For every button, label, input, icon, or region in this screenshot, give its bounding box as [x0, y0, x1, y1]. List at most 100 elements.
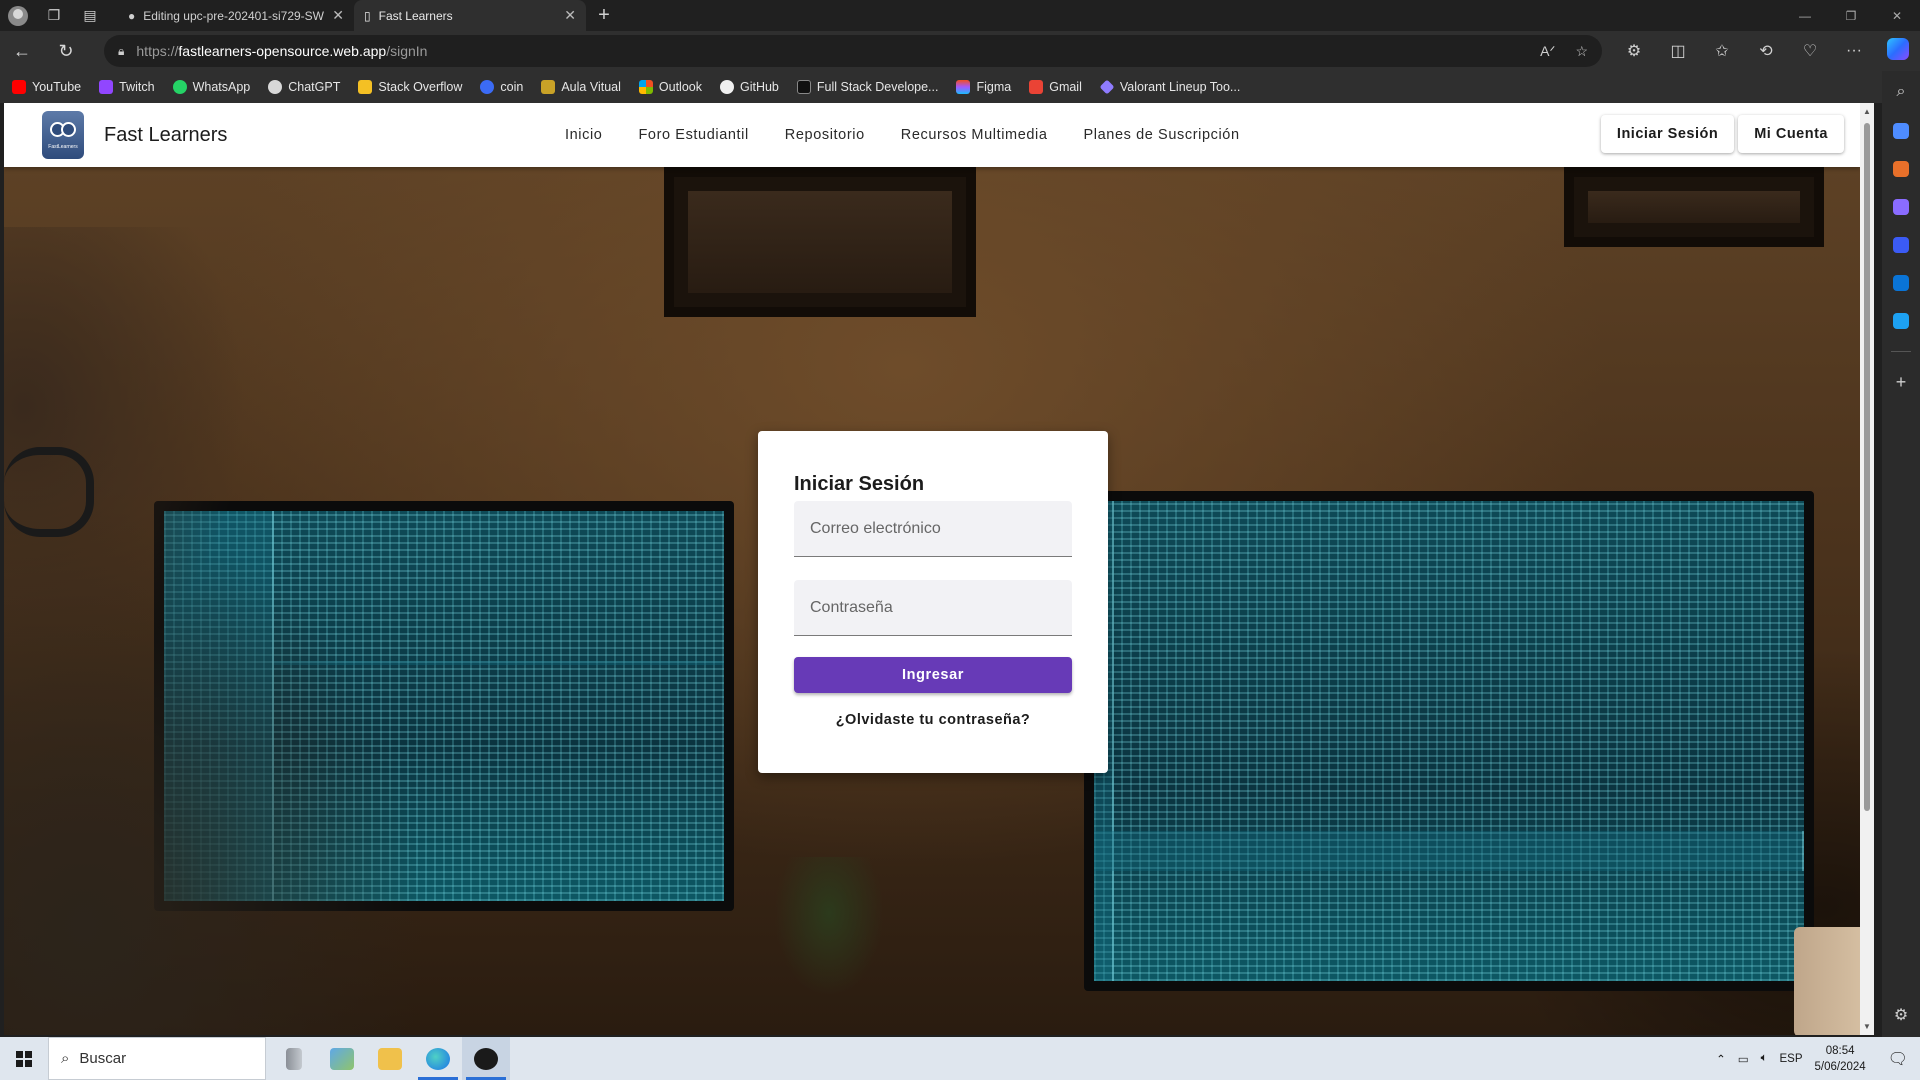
- split-screen-icon[interactable]: ◫: [1656, 41, 1700, 61]
- bookmark-full-stack[interactable]: Full Stack Develope...: [796, 80, 938, 94]
- copilot-icon: [1887, 37, 1909, 60]
- lock-icon[interactable]: 🔒︎: [118, 44, 124, 59]
- notifications-icon[interactable]: 🗨︎: [1888, 1049, 1908, 1069]
- bookmark-gmail[interactable]: Gmail: [1029, 80, 1082, 94]
- scroll-up-arrow-icon[interactable]: ▲: [1863, 107, 1871, 116]
- forgot-password-link[interactable]: ¿Olvidaste tu contraseña?: [794, 712, 1072, 728]
- toolbox-icon[interactable]: [1893, 161, 1909, 177]
- github-icon: ●: [128, 8, 136, 23]
- refresh-button[interactable]: ↻: [44, 31, 88, 71]
- games-icon[interactable]: [1893, 199, 1909, 215]
- add-sidebar-app-icon[interactable]: +: [1896, 373, 1907, 391]
- tab-close-icon[interactable]: ✕: [564, 7, 576, 24]
- desk-plant: [774, 857, 884, 997]
- bookmark-chatgpt[interactable]: ChatGPT: [268, 80, 340, 94]
- bookmark-twitch[interactable]: Twitch: [99, 80, 155, 94]
- bookmark-youtube[interactable]: YouTube: [12, 80, 81, 94]
- taskbar-app-file-explorer[interactable]: [366, 1037, 414, 1080]
- site-logo[interactable]: FastLearners: [42, 111, 84, 159]
- vertical-tabs-icon[interactable]: ▤: [72, 0, 108, 31]
- chatgpt-icon: [268, 80, 283, 94]
- minimize-icon[interactable]: —: [1782, 0, 1828, 31]
- copilot-button[interactable]: [1876, 37, 1920, 65]
- bookmark-github[interactable]: GitHub: [719, 80, 779, 94]
- page-scrollbar[interactable]: ▲ ▼: [1860, 103, 1874, 1035]
- telegram-icon[interactable]: [1893, 313, 1909, 329]
- bookmark-label: Aula Vitual: [561, 80, 621, 94]
- email-input[interactable]: [794, 501, 1072, 556]
- bookmark-coin[interactable]: coin: [480, 80, 523, 94]
- sidebar-settings-icon[interactable]: ⚙: [1894, 1005, 1908, 1025]
- taskbar-app-maps[interactable]: [318, 1037, 366, 1080]
- wall-picture-frame: [664, 167, 976, 317]
- login-title: Iniciar Sesión: [794, 473, 925, 495]
- profile-button[interactable]: [0, 0, 36, 31]
- browser-sidebar: ⌕ + ⚙: [1882, 71, 1920, 1037]
- nav-planes-suscripcion[interactable]: Planes de Suscripción: [1066, 127, 1258, 143]
- bookmark-label: WhatsApp: [192, 80, 251, 94]
- right-monitor: [1084, 491, 1814, 991]
- bookmark-whatsapp[interactable]: WhatsApp: [172, 80, 251, 94]
- header-signin-button[interactable]: Iniciar Sesión: [1600, 115, 1735, 153]
- bookmark-aula-vitual[interactable]: Aula Vitual: [541, 80, 621, 94]
- address-toolbar: ← ↻ 🔒︎ https://fastlearners-opensource.w…: [0, 31, 1920, 71]
- read-aloud-icon[interactable]: Aᐟ: [1540, 43, 1555, 60]
- nav-inicio[interactable]: Inicio: [547, 127, 620, 143]
- language-indicator[interactable]: ESP: [1780, 1053, 1803, 1065]
- taskbar-search-box[interactable]: ⌕ Buscar: [48, 1037, 266, 1080]
- login-card: Iniciar Sesión Ingresar ¿Olvidaste tu co…: [758, 431, 1108, 773]
- bookmarks-bar: YouTube Twitch WhatsApp ChatGPT Stack Ov…: [0, 71, 1920, 103]
- my-account-button[interactable]: Mi Cuenta: [1738, 115, 1844, 153]
- sidebar-divider: [1891, 351, 1911, 352]
- search-icon: ⌕: [61, 1050, 70, 1067]
- full-stack-icon: [796, 80, 811, 94]
- url-path: /signIn: [386, 43, 428, 59]
- tray-overflow-icon[interactable]: ⌃: [1716, 1052, 1726, 1066]
- bookmark-valorant[interactable]: Valorant Lineup Too...: [1099, 79, 1241, 95]
- workspaces-icon[interactable]: ❐: [36, 0, 72, 31]
- outlook-icon[interactable]: [1893, 275, 1909, 291]
- person-glasses: [4, 447, 94, 537]
- extensions-icon[interactable]: ⚙: [1612, 41, 1656, 61]
- bookmark-outlook[interactable]: Outlook: [638, 80, 702, 94]
- performance-icon[interactable]: ♡: [1788, 41, 1832, 61]
- nav-repositorio[interactable]: Repositorio: [767, 127, 883, 143]
- tag-icon[interactable]: [1893, 123, 1909, 139]
- tab-close-icon[interactable]: ✕: [332, 7, 344, 24]
- bookmark-stack-overflow[interactable]: Stack Overflow: [358, 80, 462, 94]
- taskbar-clock[interactable]: 08:54 5/06/2024: [1815, 1043, 1866, 1075]
- close-window-icon[interactable]: ✕: [1874, 0, 1920, 31]
- taskbar-app-capture[interactable]: [462, 1037, 510, 1080]
- favorite-star-icon[interactable]: ☆: [1575, 43, 1588, 60]
- tab-fast-learners[interactable]: ▯ Fast Learners ✕: [354, 0, 586, 31]
- account-buttons: Iniciar Sesión Mi Cuenta: [1600, 115, 1844, 153]
- taskbar-app-edge[interactable]: [414, 1037, 462, 1080]
- restore-icon[interactable]: ❐: [1828, 0, 1874, 31]
- password-field[interactable]: [794, 580, 1072, 636]
- password-input[interactable]: [794, 580, 1072, 635]
- start-button[interactable]: [0, 1037, 48, 1080]
- m365-icon[interactable]: [1893, 237, 1909, 253]
- nav-recursos-multimedia[interactable]: Recursos Multimedia: [883, 127, 1066, 143]
- nav-foro-estudiantil[interactable]: Foro Estudiantil: [620, 127, 766, 143]
- history-icon[interactable]: ⟲: [1744, 41, 1788, 61]
- scroll-down-arrow-icon[interactable]: ▼: [1863, 1022, 1871, 1031]
- tab-github[interactable]: ● Editing upc-pre-202401-si729-SW ✕: [118, 0, 354, 31]
- bookmark-figma[interactable]: Figma: [956, 80, 1011, 94]
- site-brand-name[interactable]: Fast Learners: [104, 103, 227, 167]
- back-button[interactable]: ←: [0, 31, 44, 71]
- login-submit-button[interactable]: Ingresar: [794, 657, 1072, 693]
- bookmark-label: Valorant Lineup Too...: [1119, 80, 1241, 94]
- scrollbar-thumb[interactable]: [1864, 123, 1870, 811]
- email-field[interactable]: [794, 501, 1072, 557]
- volume-icon[interactable]: 🔈︎: [1761, 1052, 1768, 1065]
- network-icon[interactable]: ▭: [1738, 1052, 1749, 1066]
- address-bar[interactable]: 🔒︎ https://fastlearners-opensource.web.a…: [104, 35, 1602, 67]
- new-tab-button[interactable]: +: [586, 4, 622, 27]
- search-icon[interactable]: ⌕: [1897, 83, 1906, 101]
- logo-text: FastLearners: [48, 144, 78, 150]
- bookmark-label: Twitch: [119, 80, 155, 94]
- more-menu-icon[interactable]: ···: [1832, 42, 1876, 60]
- favorites-icon[interactable]: ✩: [1700, 41, 1744, 61]
- taskbar-app-luggage[interactable]: [270, 1037, 318, 1080]
